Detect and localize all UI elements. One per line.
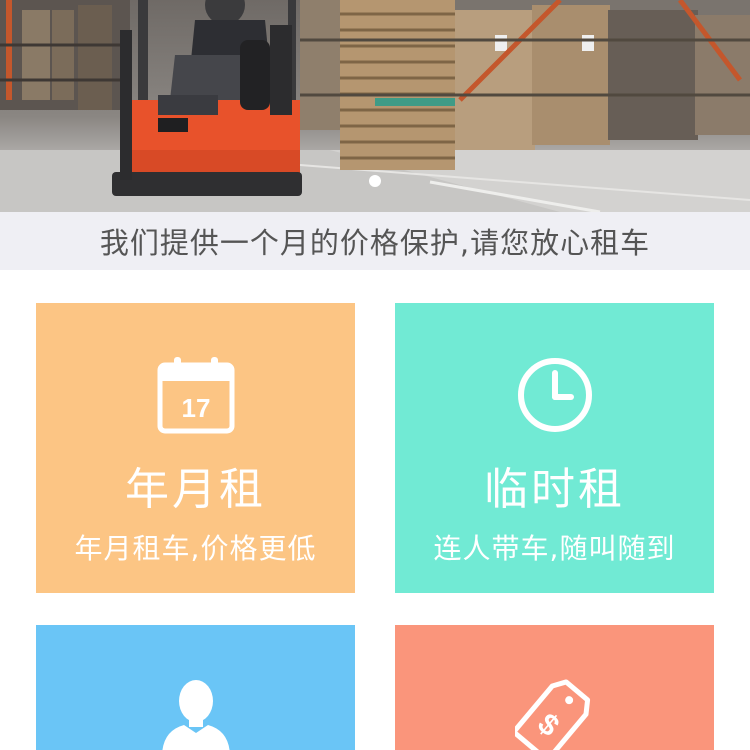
tile-title: 年月租 (125, 464, 266, 515)
price-tile[interactable]: $ (395, 625, 714, 750)
price-protection-notice: 我们提供一个月的价格保护,请您放心租车 (0, 212, 750, 270)
svg-text:$: $ (531, 707, 565, 743)
driver-tile[interactable] (36, 625, 355, 750)
carousel-indicator[interactable] (0, 175, 750, 187)
annual-monthly-rental-tile[interactable]: 17 年月租 年月租车,价格更低 (36, 303, 355, 593)
price-tag-icon: $ (395, 677, 714, 750)
tile-title: 临时租 (484, 464, 625, 515)
clock-icon (395, 355, 714, 435)
temporary-rental-tile[interactable]: 临时租 连人带车,随叫随到 (395, 303, 714, 593)
banner-carousel[interactable] (0, 0, 750, 212)
tile-subtitle: 年月租车,价格更低 (74, 532, 317, 565)
tile-subtitle: 连人带车,随叫随到 (433, 532, 676, 565)
calendar-icon: 17 (36, 355, 355, 435)
notice-text: 我们提供一个月的价格保护,请您放心租车 (99, 226, 651, 260)
person-icon (36, 677, 355, 750)
calendar-day: 17 (181, 393, 210, 423)
app-page: 我们提供一个月的价格保护,请您放心租车 17 年月租 年月租车,价格更低 临时租… (0, 0, 750, 750)
carousel-dot-active[interactable] (369, 175, 381, 187)
